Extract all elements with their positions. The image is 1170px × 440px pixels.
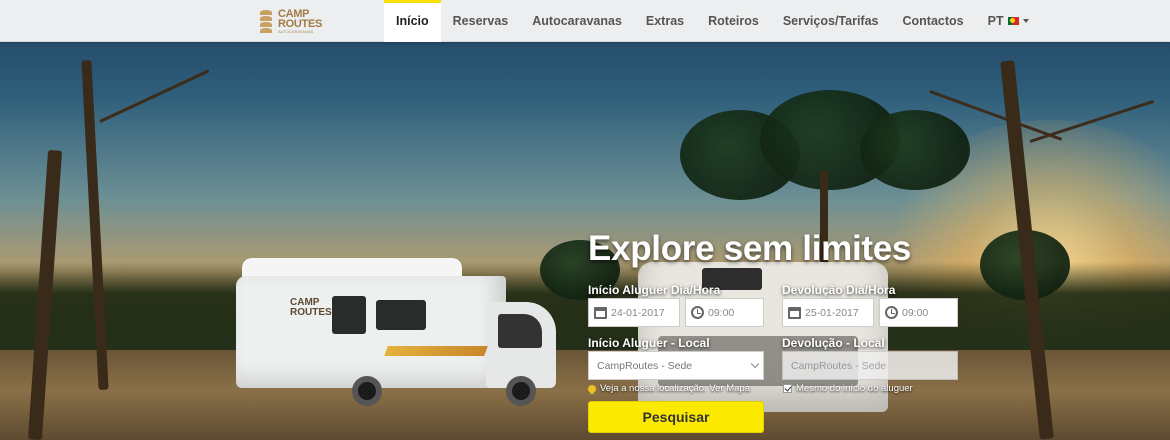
start-date-input[interactable]: 24-01-2017 xyxy=(588,298,680,327)
brand-name: CAMP xyxy=(278,7,310,20)
nav-item-reservas[interactable]: Reservas xyxy=(441,0,521,42)
wheat-icon xyxy=(258,8,274,34)
map-pin-icon xyxy=(586,382,598,395)
caret-down-icon xyxy=(1022,19,1029,23)
return-location-select[interactable]: CampRoutes - Sede xyxy=(782,351,958,380)
tree-crown xyxy=(860,110,970,190)
same-location-checkbox-row[interactable]: Mesmo do início do aluguer xyxy=(783,383,913,394)
return-time-input[interactable]: 09:00 xyxy=(879,298,958,327)
same-location-checkbox[interactable] xyxy=(783,384,792,393)
main-menu: Início Reservas Autocaravanas Extras Rot… xyxy=(384,0,1041,42)
nav-item-servicos-tarifas[interactable]: Serviços/Tarifas xyxy=(771,0,891,42)
tree-branch xyxy=(99,69,210,123)
language-label: PT xyxy=(987,14,1004,28)
language-dropdown[interactable]: PT xyxy=(976,0,1041,42)
clock-icon xyxy=(690,306,704,320)
camper-van-left: CAMP ROUTES xyxy=(236,258,556,406)
return-date-input[interactable]: 25-01-2017 xyxy=(782,298,874,327)
view-map-link[interactable]: Ver Mapa xyxy=(709,383,750,394)
calendar-icon xyxy=(593,306,607,320)
ground xyxy=(0,350,1170,440)
hero-background: CAMP ROUTES xyxy=(0,0,1170,440)
navbar: CAMP ROUTES AUTOCARAVANAS Início Reserva… xyxy=(0,0,1170,42)
start-time-input[interactable]: 09:00 xyxy=(685,298,764,327)
start-location-label: Início Aluguer - Local xyxy=(588,336,710,350)
camper-logo: CAMP ROUTES xyxy=(290,297,332,318)
hero-headline: Explore sem limites xyxy=(588,229,912,268)
start-datetime-label: Início Aluguer Dia/Hora xyxy=(588,283,721,297)
chevron-down-icon xyxy=(750,359,760,369)
brand-tagline: AUTOCARAVANAS xyxy=(278,28,314,34)
clock-icon xyxy=(884,306,898,320)
search-button[interactable]: Pesquisar xyxy=(588,401,764,433)
return-location-label: Devolução - Local xyxy=(782,336,885,350)
location-note: Veja a nossa localização. Ver Mapa xyxy=(586,382,750,395)
nav-item-contactos[interactable]: Contactos xyxy=(890,0,975,42)
calendar-icon xyxy=(787,306,801,320)
portugal-flag-icon xyxy=(1007,17,1019,25)
brand-name: ROUTES xyxy=(278,17,323,30)
nav-item-inicio[interactable]: Início xyxy=(384,0,441,42)
wheel xyxy=(506,376,536,406)
nav-item-roteiros[interactable]: Roteiros xyxy=(696,0,771,42)
nav-item-autocaravanas[interactable]: Autocaravanas xyxy=(520,0,634,42)
brand-logo[interactable]: CAMP ROUTES AUTOCARAVANAS xyxy=(258,5,322,37)
start-location-select[interactable]: CampRoutes - Sede xyxy=(588,351,764,380)
nav-item-extras[interactable]: Extras xyxy=(634,0,696,42)
return-datetime-label: Devolução Dia/Hora xyxy=(782,283,896,297)
same-location-label: Mesmo do início do aluguer xyxy=(796,383,913,394)
wheel xyxy=(352,376,382,406)
